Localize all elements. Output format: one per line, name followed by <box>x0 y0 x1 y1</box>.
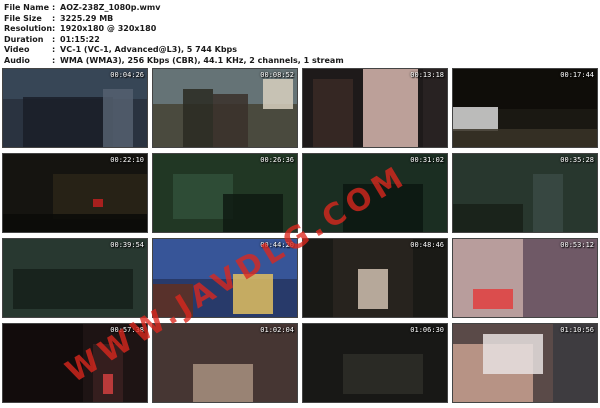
thumbnail[interactable]: 01:06:30 <box>302 323 448 403</box>
thumbnail-shape <box>313 79 353 147</box>
thumbnail[interactable]: 00:48:46 <box>302 238 448 318</box>
info-separator: : <box>52 24 56 34</box>
thumbnail[interactable]: 01:02:04 <box>152 323 298 403</box>
thumbnail-shape <box>103 374 113 394</box>
thumbnail-timestamp: 00:17:44 <box>560 71 594 79</box>
file-info-panel: File Name : AOZ-238Z_1080p.wmv File Size… <box>4 3 344 67</box>
thumbnail-shape <box>363 69 418 147</box>
thumbnail[interactable]: 00:08:52 <box>152 68 298 148</box>
thumbnail-shape <box>23 97 113 147</box>
info-value: 3225.29 MB <box>60 13 114 23</box>
thumbnail-shape <box>453 129 597 147</box>
thumbnail-timestamp: 01:10:56 <box>560 326 594 334</box>
thumbnail-timestamp: 00:31:02 <box>410 156 444 164</box>
thumbnail-timestamp: 00:48:46 <box>410 241 444 249</box>
thumbnail-shape <box>213 94 248 147</box>
info-row-video: Video : VC-1 (VC-1, Advanced@L3), 5 744 … <box>4 45 344 56</box>
info-label: File Name <box>4 3 50 12</box>
thumbnail[interactable]: 00:04:26 <box>2 68 148 148</box>
thumbnail-shape <box>423 69 447 147</box>
info-row-file-size: File Size : 3225.29 MB <box>4 14 344 25</box>
thumbnail[interactable]: 00:13:18 <box>302 68 448 148</box>
thumbnail[interactable]: 01:10:56 <box>452 323 598 403</box>
thumbnail-shape <box>453 204 523 232</box>
thumbnail-timestamp: 01:06:30 <box>410 326 444 334</box>
info-label: File Size <box>4 13 42 23</box>
info-row-file-name: File Name : AOZ-238Z_1080p.wmv <box>4 3 344 14</box>
info-separator: : <box>52 34 56 44</box>
thumbnail-shape <box>193 364 253 402</box>
thumbnail-shape <box>3 214 147 232</box>
info-separator: : <box>52 55 56 65</box>
thumbnail-timestamp: 00:39:54 <box>110 241 144 249</box>
thumbnail[interactable]: 00:22:10 <box>2 153 148 233</box>
info-row-resolution: Resolution : 1920x180 @ 320x180 <box>4 24 344 35</box>
thumbnail-shape <box>343 184 423 232</box>
thumbnail[interactable]: 00:44:20 <box>152 238 298 318</box>
thumbnail-timestamp: 00:13:18 <box>410 71 444 79</box>
thumbnail-timestamp: 00:44:20 <box>260 241 294 249</box>
info-value: WMA (WMA3), 256 Kbps (CBR), 44.1 KHz, 2 … <box>60 55 344 65</box>
thumbnail-shape <box>53 174 147 219</box>
thumbnail-timestamp: 00:26:36 <box>260 156 294 164</box>
thumbnail-shape <box>483 334 543 374</box>
info-value: AOZ-238Z_1080p.wmv <box>60 3 161 12</box>
thumbnail-timestamp: 00:04:26 <box>110 71 144 79</box>
thumbnail-shape <box>3 324 83 402</box>
thumbnail-shape <box>453 107 498 131</box>
thumbnail-timestamp: 00:22:10 <box>110 156 144 164</box>
info-label: Duration <box>4 34 44 44</box>
thumbnail-shape <box>263 79 293 109</box>
info-label: Resolution <box>4 24 53 34</box>
info-row-audio: Audio : WMA (WMA3), 256 Kbps (CBR), 44.1… <box>4 56 344 67</box>
info-separator: : <box>52 13 56 23</box>
info-label: Audio <box>4 55 30 65</box>
thumbnail-timestamp: 00:08:52 <box>260 71 294 79</box>
thumbnail[interactable]: 00:57:38 <box>2 323 148 403</box>
thumbnail-shape <box>553 324 597 402</box>
info-label: Video <box>4 45 30 55</box>
thumbnail[interactable]: 00:26:36 <box>152 153 298 233</box>
thumbnail-timestamp: 00:57:38 <box>110 326 144 334</box>
thumbnail-shape <box>523 239 597 317</box>
thumbnail-shape <box>473 289 513 309</box>
thumbnail-shape <box>13 269 133 309</box>
thumbnail[interactable]: 00:39:54 <box>2 238 148 318</box>
thumbnail-shape <box>153 284 193 317</box>
info-separator: : <box>52 45 56 55</box>
thumbnail-shape <box>358 269 388 309</box>
thumbnail[interactable]: 00:53:12 <box>452 238 598 318</box>
thumbnail-shape <box>103 89 133 147</box>
thumbnail-shape <box>183 89 213 147</box>
info-separator: : <box>52 3 56 12</box>
thumbnail-shape <box>343 354 423 394</box>
info-value: 01:15:22 <box>60 34 100 44</box>
thumbnail-shape <box>533 174 563 232</box>
thumbnail[interactable]: 00:31:02 <box>302 153 448 233</box>
thumbnail-timestamp: 01:02:04 <box>260 326 294 334</box>
thumbnail-shape <box>223 194 283 232</box>
thumbnail-shape <box>233 274 273 314</box>
info-row-duration: Duration : 01:15:22 <box>4 35 344 46</box>
thumbnail-timestamp: 00:35:28 <box>560 156 594 164</box>
thumbnail-timestamp: 00:53:12 <box>560 241 594 249</box>
thumbnail-grid: 00:04:26 00:08:52 00:13:18 00:17:44 00:22:10… <box>2 68 598 408</box>
thumbnail-shape <box>93 199 103 207</box>
thumbnail[interactable]: 00:17:44 <box>452 68 598 148</box>
info-value: VC-1 (VC-1, Advanced@L3), 5 744 Kbps <box>60 45 238 55</box>
thumbnail[interactable]: 00:35:28 <box>452 153 598 233</box>
info-value: 1920x180 @ 320x180 <box>60 24 157 34</box>
